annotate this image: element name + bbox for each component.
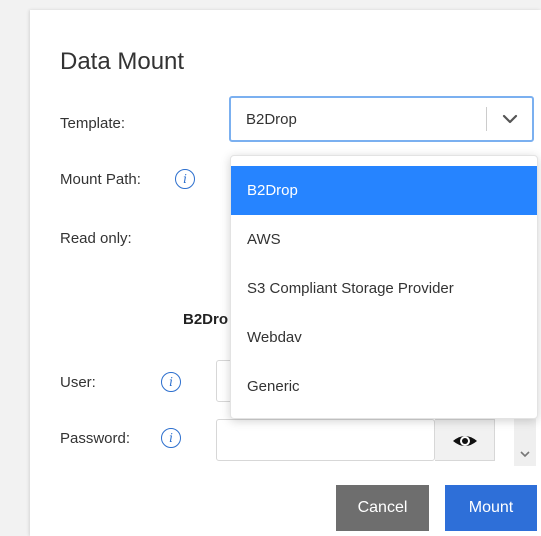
user-label: User: xyxy=(60,374,96,391)
password-label: Password: xyxy=(60,430,131,447)
template-select[interactable]: B2Drop xyxy=(229,96,534,142)
data-mount-dialog: Data Mount Template: B2Drop Mount Path: … xyxy=(30,10,541,536)
user-info-icon[interactable]: i xyxy=(161,372,181,392)
mount-path-info-icon[interactable]: i xyxy=(175,169,195,189)
select-divider xyxy=(486,107,487,131)
option-aws[interactable]: AWS xyxy=(231,215,537,264)
option-webdav[interactable]: Webdav xyxy=(231,313,537,362)
chevron-down-icon[interactable] xyxy=(497,106,523,132)
read-only-label: Read only: xyxy=(60,230,132,247)
option-b2drop[interactable]: B2Drop xyxy=(231,166,537,215)
template-dropdown-menu: B2Drop AWS S3 Compliant Storage Provider… xyxy=(230,155,538,419)
option-generic[interactable]: Generic xyxy=(231,362,537,411)
mount-button[interactable]: Mount xyxy=(445,485,537,531)
cancel-button[interactable]: Cancel xyxy=(336,485,429,531)
password-input[interactable] xyxy=(216,419,435,461)
password-info-icon[interactable]: i xyxy=(161,428,181,448)
template-select-value: B2Drop xyxy=(246,111,297,128)
eye-icon[interactable] xyxy=(435,419,495,461)
section-heading: B2Drop xyxy=(183,311,229,328)
template-label: Template: xyxy=(60,115,126,132)
mount-path-label: Mount Path: xyxy=(60,171,141,188)
dialog-title: Data Mount xyxy=(60,48,185,75)
option-s3-compliant[interactable]: S3 Compliant Storage Provider xyxy=(231,264,537,313)
